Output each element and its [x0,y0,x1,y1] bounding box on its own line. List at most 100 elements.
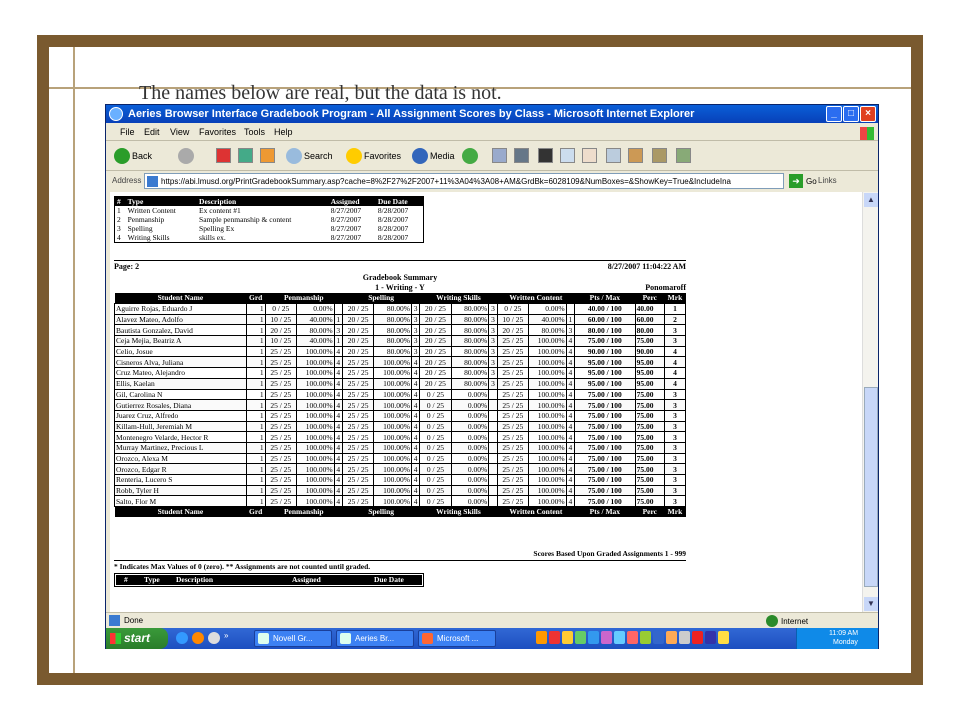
percent-cell: 0.00% [450,420,490,433]
clock[interactable]: 11:09 AM Monday [829,629,858,647]
mail-button[interactable] [492,148,507,163]
student-name-cell: Juarez Cruz, Alfredo [114,409,247,422]
history-button[interactable] [462,148,478,164]
paste-button[interactable] [582,148,597,163]
percent-cell: 100.00% [373,495,412,508]
score-cell: 25 / 25 [264,495,297,508]
print-button[interactable] [514,148,529,163]
title-bar[interactable]: Aeries Browser Interface Gradebook Progr… [106,105,878,123]
ie-quicklaunch-icon[interactable] [176,632,188,644]
percent-cell: 100.00% [528,399,567,411]
links-button[interactable]: Links [818,176,837,185]
vertical-scrollbar[interactable]: ▲ ▼ [862,192,878,612]
refresh-button[interactable] [238,148,253,163]
total-mark-cell: 3 [663,399,687,411]
scroll-thumb[interactable] [864,387,878,587]
menu-tools[interactable]: Tools [244,127,265,137]
forward-button[interactable] [178,148,194,164]
task-aeries[interactable]: Aeries Br... [336,630,414,647]
tray-icon-4[interactable] [575,631,586,644]
tray-icon-9[interactable] [640,631,651,644]
tray-icon-8[interactable] [627,631,638,644]
percent-cell: 100.00% [295,409,335,422]
menu-favorites[interactable]: Favorites [199,127,236,137]
menu-help[interactable]: Help [274,127,293,137]
tray-icon-1[interactable] [536,631,547,644]
maximize-button[interactable]: □ [843,106,859,122]
total-mark-cell: 3 [663,388,687,401]
mark-cell [488,431,498,443]
firefox-quicklaunch-icon[interactable] [192,632,204,644]
tray-icon-7[interactable] [614,631,625,644]
status-bar: Done Internet [106,612,878,628]
search-button[interactable]: Search [286,148,333,164]
forward-arrow-icon [178,148,194,164]
mark-cell: 4 [410,409,421,422]
minimize-button[interactable]: _ [826,106,842,122]
percent-cell: 80.00% [373,335,412,347]
tray-icon-11[interactable] [666,631,677,644]
copy-button[interactable] [560,148,575,163]
tray-icon-5[interactable] [588,631,599,644]
percent-cell: 0.00% [450,495,490,508]
tray-icon-6[interactable] [601,631,612,644]
score-cell: 25 / 25 [496,399,530,411]
points-cell: 95.00 / 100 [574,367,636,379]
discuss-button[interactable] [628,148,643,163]
key-cell: 8/27/2007 [330,233,362,242]
stop-icon [216,148,231,163]
key-cell: skills ex. [199,233,226,242]
points-cell: 75.00 / 100 [574,441,636,454]
go-label: Go [806,176,817,186]
tray-icon-15[interactable] [718,631,729,644]
total-percent-cell: 80.00 [634,324,665,337]
grade-cell: 1 [245,431,266,443]
task-novell[interactable]: Novell Gr... [254,630,332,647]
research-button[interactable] [652,148,667,163]
tray-icon-12[interactable] [679,631,690,644]
score-cell: 25 / 25 [264,345,297,358]
task-microsoft[interactable]: Microsoft ... [418,630,496,647]
back-button[interactable]: Back [114,148,152,164]
tray-icon-2[interactable] [549,631,560,644]
menu-edit[interactable]: Edit [144,127,160,137]
scroll-down-icon[interactable]: ▼ [864,597,878,611]
messenger-button[interactable] [676,148,691,163]
mark-cell: 3 [488,313,498,326]
scroll-up-icon[interactable]: ▲ [864,193,878,207]
col-spelling: Spelling [342,506,420,518]
menu-file[interactable]: File [120,127,135,137]
menu-view[interactable]: View [170,127,189,137]
mark-cell [488,452,498,465]
stop-button[interactable] [216,148,231,163]
total-mark-cell: 3 [663,420,687,433]
points-cell: 90.00 / 100 [574,345,636,358]
edit-page-button[interactable] [606,148,621,163]
tray-icon-13[interactable] [692,631,703,644]
go-button[interactable]: ➜ Go [789,174,817,188]
media-button[interactable]: Media [412,148,455,164]
desktop-quicklaunch-icon[interactable] [208,632,220,644]
home-button[interactable] [260,148,275,163]
grade-cell: 1 [245,377,266,390]
student-name-cell: Celio, Josue [114,345,247,358]
close-button[interactable]: × [860,106,876,122]
task-microsoft-label: Microsoft ... [437,634,479,643]
quicklaunch-chevron[interactable]: » [224,631,228,640]
start-button[interactable]: start [106,628,168,649]
mark-cell: 4 [333,377,343,390]
grade-cell: 1 [245,399,266,411]
tray-icon-10[interactable] [653,631,664,644]
key-cell: 8/28/2007 [377,206,409,215]
favorites-button[interactable]: Favorites [346,148,401,164]
key-cell: 8/28/2007 [377,215,409,224]
mark-cell: 4 [410,388,421,401]
cut-button[interactable] [538,148,553,163]
percent-cell: 100.00% [373,377,412,390]
tray-icon-14[interactable] [705,631,716,644]
score-cell: 20 / 25 [419,377,452,390]
address-input[interactable]: https://abi.lmusd.org/PrintGradebookSumm… [144,173,784,189]
percent-cell: 100.00% [528,356,567,369]
mark-cell: 3 [565,324,576,337]
tray-icon-3[interactable] [562,631,573,644]
